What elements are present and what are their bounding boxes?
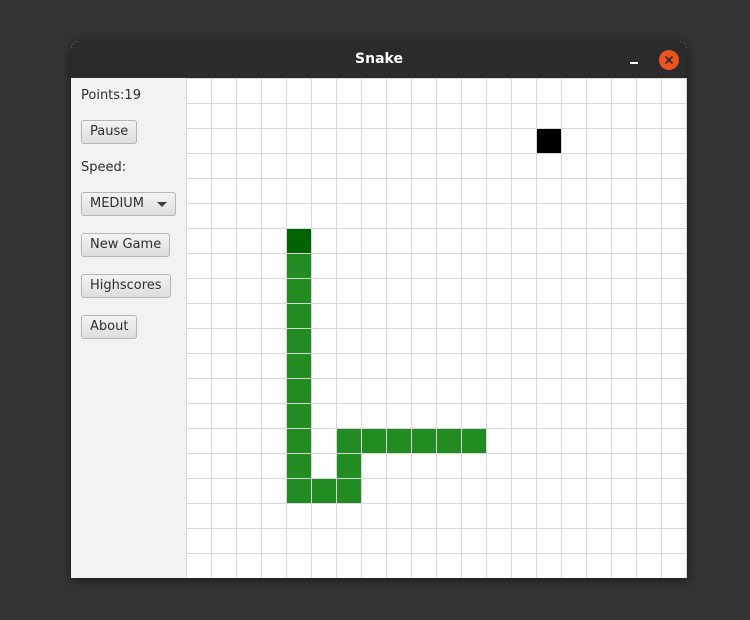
snake-segment (412, 429, 436, 453)
snake-segment (287, 379, 311, 403)
snake-segment (287, 454, 311, 478)
snake-segment (312, 479, 336, 503)
snake-segment (337, 429, 361, 453)
control-panel: Points:19 Pause Speed: MEDIUM New Game H… (71, 78, 186, 578)
speed-selected-value: MEDIUM (90, 196, 145, 211)
snake-segment (287, 329, 311, 353)
title-bar[interactable]: Snake (71, 41, 687, 78)
snake-segment (287, 304, 311, 328)
speed-label: Speed: (81, 160, 127, 175)
about-button[interactable]: About (81, 315, 138, 339)
snake-segment (287, 354, 311, 378)
food-cell (537, 129, 561, 153)
snake-segment (287, 479, 311, 503)
minimize-button[interactable] (623, 50, 645, 70)
speed-dropdown[interactable]: MEDIUM (81, 192, 176, 216)
dropdown-arrow-icon (157, 202, 167, 207)
snake-head (287, 229, 311, 253)
snake-segment (287, 429, 311, 453)
snake-segment (362, 429, 386, 453)
points-display: Points:19 (81, 88, 141, 103)
snake-segment (287, 279, 311, 303)
new-game-button[interactable]: New Game (81, 233, 171, 257)
game-window: Snake Points:19 Pause Speed: MEDIUM New … (71, 41, 687, 578)
window-title: Snake (355, 51, 403, 67)
snake-segment (337, 479, 361, 503)
snake-segment (287, 254, 311, 278)
snake-segment (387, 429, 411, 453)
highscores-button[interactable]: Highscores (81, 274, 171, 298)
close-button[interactable] (659, 50, 679, 70)
pause-button[interactable]: Pause (81, 120, 138, 144)
snake-segment (337, 454, 361, 478)
snake-segment (462, 429, 486, 453)
close-icon (664, 55, 674, 65)
game-board[interactable] (186, 78, 687, 578)
snake-segment (287, 404, 311, 428)
snake-segment (437, 429, 461, 453)
minimize-icon (630, 62, 638, 64)
